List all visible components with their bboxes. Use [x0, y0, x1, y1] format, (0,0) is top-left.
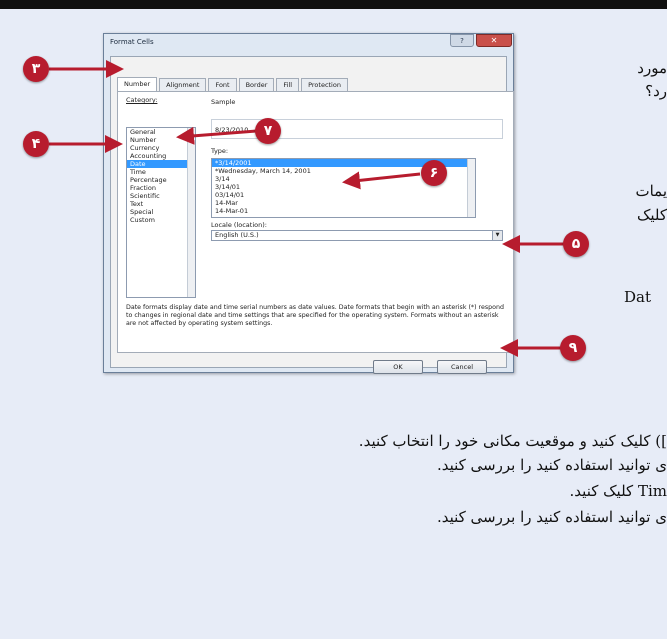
instruction-line-2: ی توانید استفاده کنید را بررسی کنید. — [436, 456, 667, 474]
category-time[interactable]: Time — [127, 168, 195, 176]
text-right-1: مورد — [637, 59, 667, 77]
callout-3: ۳ — [23, 56, 49, 82]
callout-6: ۶ — [421, 160, 447, 186]
callout-4: ۴ — [23, 131, 49, 157]
category-special[interactable]: Special — [127, 208, 195, 216]
help-button[interactable]: ? — [450, 34, 474, 47]
tab-border[interactable]: Border — [238, 78, 275, 91]
type-label: Type: — [211, 147, 229, 155]
type-item[interactable]: 14-Mar-01 — [212, 207, 475, 215]
text-right-5: Dat — [624, 288, 651, 306]
locale-select[interactable]: English (U.S.) ▼ — [211, 230, 503, 241]
category-label: Category: — [126, 96, 158, 104]
type-scrollbar[interactable] — [467, 159, 475, 217]
category-accounting[interactable]: Accounting — [127, 152, 195, 160]
text-right-4: کلیک — [636, 206, 667, 224]
tab-protection[interactable]: Protection — [301, 78, 348, 91]
category-number[interactable]: Number — [127, 136, 195, 144]
category-scientific[interactable]: Scientific — [127, 192, 195, 200]
category-percentage[interactable]: Percentage — [127, 176, 195, 184]
callout-5: ۵ — [563, 231, 589, 257]
category-text[interactable]: Text — [127, 200, 195, 208]
callout-9: ۹ — [560, 335, 586, 361]
category-general[interactable]: General — [127, 128, 195, 136]
tab-alignment[interactable]: Alignment — [159, 78, 207, 91]
tab-strip: Number Alignment Font Border Fill Protec… — [117, 77, 348, 91]
ok-button[interactable]: OK — [373, 360, 423, 374]
locale-label: Locale (location): — [211, 221, 267, 229]
number-tab-panel: Category: General Number Currency Accoun… — [117, 91, 514, 353]
category-currency[interactable]: Currency — [127, 144, 195, 152]
tab-font[interactable]: Font — [208, 78, 237, 91]
text-right-3: یمات — [635, 182, 667, 200]
tab-number[interactable]: Number — [117, 77, 158, 91]
top-bar — [0, 0, 667, 9]
category-fraction[interactable]: Fraction — [127, 184, 195, 192]
tab-fill[interactable]: Fill — [276, 78, 300, 91]
category-custom[interactable]: Custom — [127, 216, 195, 224]
sample-value: 8/23/2010 — [215, 126, 249, 134]
callout-7: ۷ — [255, 118, 281, 144]
instruction-line-4: ی توانید استفاده کنید را بررسی کنید. — [436, 508, 667, 526]
type-item[interactable]: 03/14/01 — [212, 191, 475, 199]
text-right-2: رد؟ — [645, 82, 667, 100]
dialog-body: Number Alignment Font Border Fill Protec… — [110, 56, 514, 374]
instruction-line-1: ]) کلیک کنید و موقعیت مکانی خود را انتخا… — [358, 432, 667, 450]
format-cells-dialog: Format Cells ? ✕ Number Alignment Font B… — [103, 33, 514, 374]
sample-label: Sample — [211, 98, 236, 106]
cancel-button[interactable]: Cancel — [437, 360, 487, 374]
chevron-down-icon[interactable]: ▼ — [492, 231, 502, 240]
locale-value: English (U.S.) — [215, 231, 259, 239]
category-scrollbar[interactable] — [187, 128, 195, 297]
category-date[interactable]: Date — [127, 160, 195, 168]
format-description: Date formats display date and time seria… — [126, 304, 504, 327]
close-button[interactable]: ✕ — [476, 34, 512, 47]
instruction-line-3: Tim کلیک کنید. — [569, 482, 667, 500]
category-list[interactable]: General Number Currency Accounting Date … — [126, 127, 196, 298]
type-item[interactable]: 14-Mar — [212, 199, 475, 207]
dialog-title: Format Cells — [110, 38, 154, 46]
